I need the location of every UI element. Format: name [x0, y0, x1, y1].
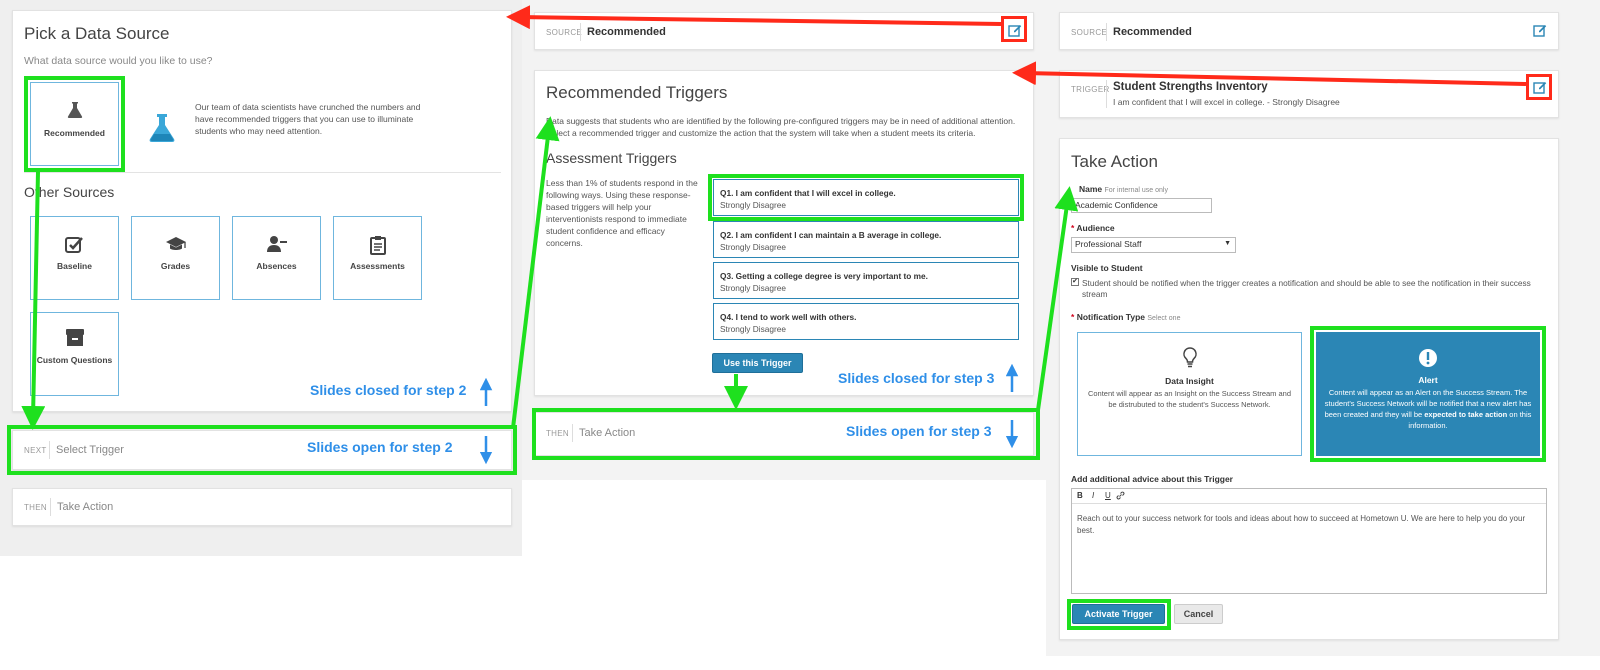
red-arrow-edit-trigger-back	[1012, 61, 1527, 86]
red-arrow-edit-source-back	[506, 5, 1002, 30]
green-arrow-recommended-to-next	[21, 171, 46, 430]
green-arrow-next-to-step2	[511, 116, 560, 429]
annotation-arrows	[21, 5, 1527, 465]
green-arrow-then-to-step3	[1036, 186, 1079, 411]
